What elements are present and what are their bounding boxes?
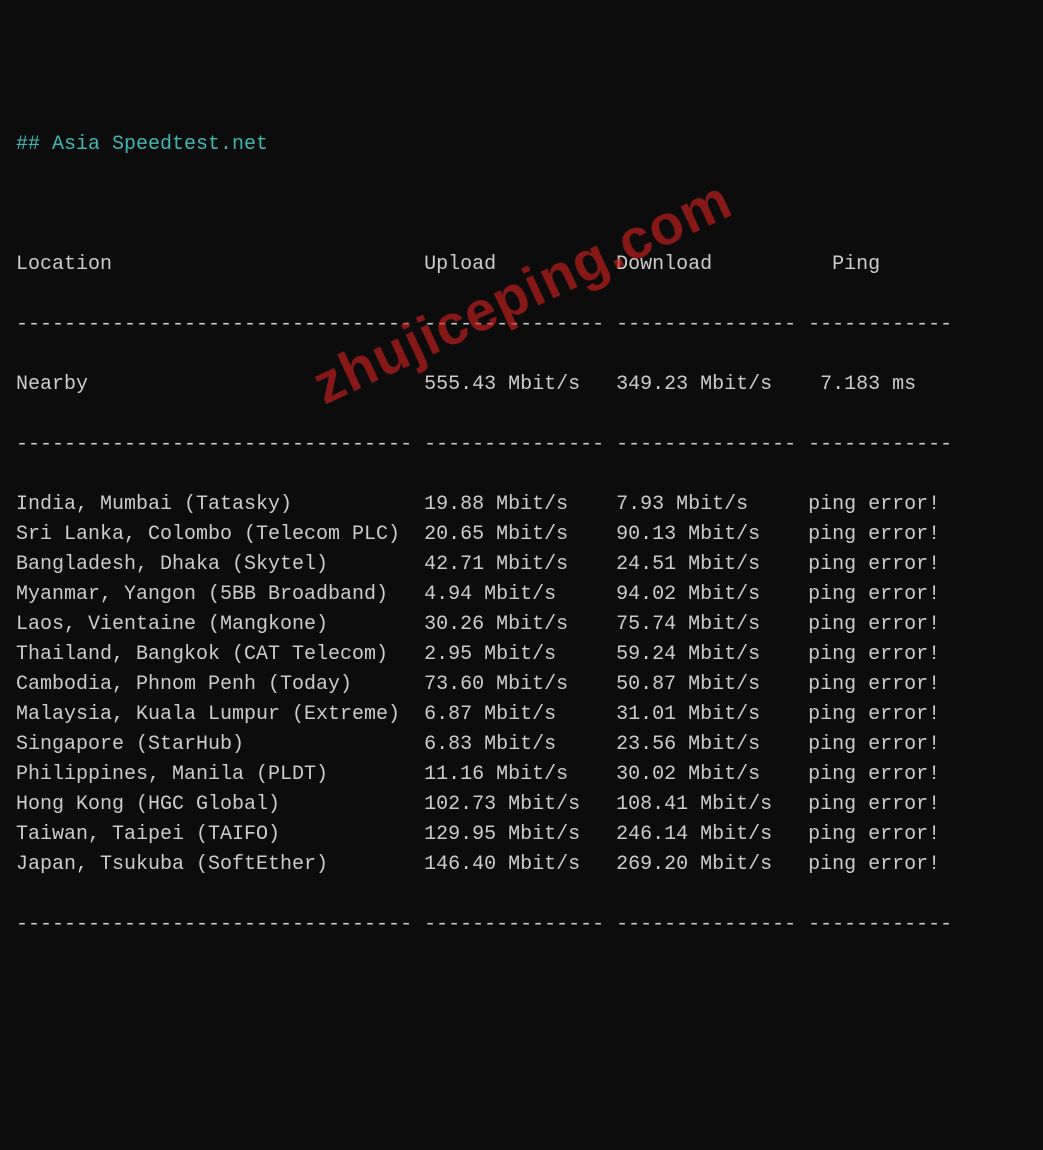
divider-line: --------------------------------- ------… — [16, 910, 1027, 940]
divider-line: --------------------------------- ------… — [16, 430, 1027, 460]
blank-line — [16, 190, 1027, 220]
column-header-row: Location Upload Download Ping — [16, 250, 1027, 280]
section-heading: ## Asia Speedtest.net — [16, 130, 1027, 160]
speedtest-row: Myanmar, Yangon (5BB Broadband) 4.94 Mbi… — [16, 580, 1027, 610]
speedtest-row: Malaysia, Kuala Lumpur (Extreme) 6.87 Mb… — [16, 700, 1027, 730]
speedtest-row: India, Mumbai (Tatasky) 19.88 Mbit/s 7.9… — [16, 490, 1027, 520]
speedtest-row: Hong Kong (HGC Global) 102.73 Mbit/s 108… — [16, 790, 1027, 820]
speedtest-row: Thailand, Bangkok (CAT Telecom) 2.95 Mbi… — [16, 640, 1027, 670]
nearby-row: Nearby 555.43 Mbit/s 349.23 Mbit/s 7.183… — [16, 370, 1027, 400]
divider-line: --------------------------------- ------… — [16, 310, 1027, 340]
speedtest-row: Sri Lanka, Colombo (Telecom PLC) 20.65 M… — [16, 520, 1027, 550]
speedtest-row: Laos, Vientaine (Mangkone) 30.26 Mbit/s … — [16, 610, 1027, 640]
speedtest-row: Singapore (StarHub) 6.83 Mbit/s 23.56 Mb… — [16, 730, 1027, 760]
speedtest-row: Japan, Tsukuba (SoftEther) 146.40 Mbit/s… — [16, 850, 1027, 880]
speedtest-row: Cambodia, Phnom Penh (Today) 73.60 Mbit/… — [16, 670, 1027, 700]
speedtest-row: Taiwan, Taipei (TAIFO) 129.95 Mbit/s 246… — [16, 820, 1027, 850]
speedtest-row: Bangladesh, Dhaka (Skytel) 42.71 Mbit/s … — [16, 550, 1027, 580]
speedtest-row: Philippines, Manila (PLDT) 11.16 Mbit/s … — [16, 760, 1027, 790]
